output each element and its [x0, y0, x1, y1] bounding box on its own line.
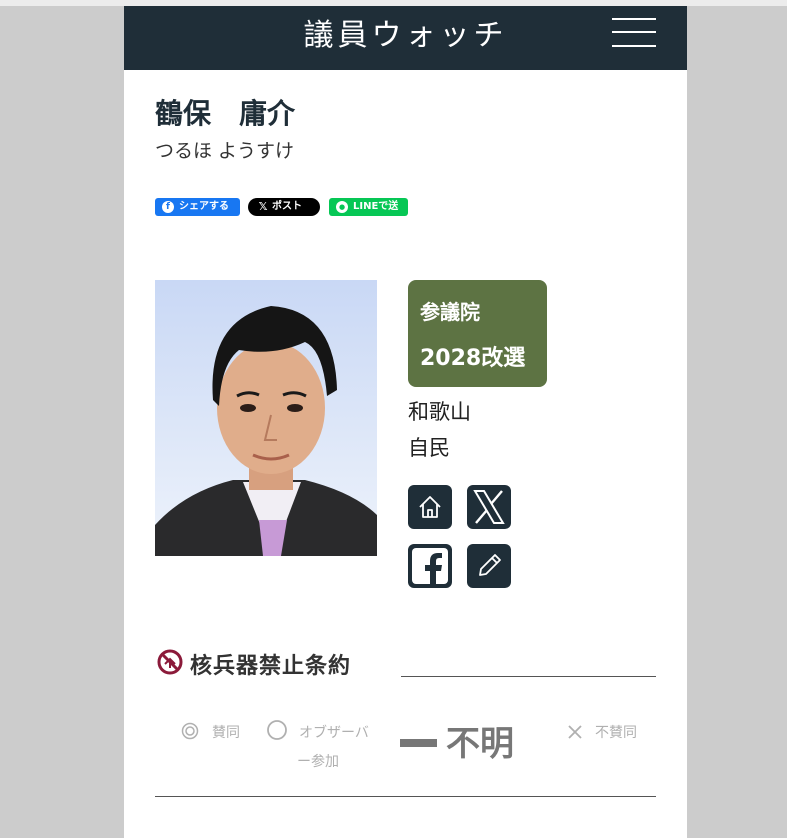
- nuclear-ban-icon: [157, 649, 183, 675]
- election-term: 2028改選: [420, 346, 526, 371]
- topic-title: 核兵器禁止条約: [190, 654, 352, 679]
- option-disagree: 不賛同: [595, 725, 637, 741]
- facebook-icon: [412, 548, 448, 588]
- facebook-link-button[interactable]: [408, 544, 452, 588]
- section-bottom-divider: [155, 796, 656, 797]
- party: 自民: [408, 436, 450, 460]
- facebook-icon: f: [162, 201, 174, 213]
- home-link-button[interactable]: [408, 485, 452, 529]
- x-icon: 𝕏: [258, 200, 268, 213]
- hamburger-icon[interactable]: [612, 18, 656, 48]
- cross-icon: [568, 725, 582, 739]
- line-icon: ●: [336, 201, 348, 213]
- circle-icon: [267, 720, 287, 740]
- prefecture: 和歌山: [408, 400, 471, 424]
- site-header: 議員ウォッチ: [124, 6, 687, 70]
- page: 議員ウォッチ 鶴保 庸介 つるほ ようすけ f シェアする 𝕏 ポスト ● LI…: [124, 6, 687, 838]
- chamber-badge: 参議院 2028改選: [408, 280, 547, 387]
- member-photo: [155, 280, 377, 556]
- facebook-share-label: シェアする: [179, 201, 229, 212]
- facebook-share-button[interactable]: f シェアする: [155, 198, 240, 216]
- pencil-icon: [479, 554, 501, 576]
- edit-link-button[interactable]: [467, 544, 511, 588]
- topic-divider: [401, 676, 656, 677]
- chamber-label: 参議院: [420, 300, 480, 324]
- option-observer-cont: ー参加: [297, 754, 339, 770]
- site-logo[interactable]: 議員ウォッチ: [124, 18, 687, 54]
- x-icon: [473, 490, 505, 524]
- member-kana: つるほ ようすけ: [155, 140, 295, 162]
- double-circle-icon: [181, 722, 199, 740]
- option-agree: 賛同: [212, 725, 240, 741]
- member-name: 鶴保 庸介: [155, 97, 296, 130]
- x-post-label: ポスト: [272, 201, 302, 212]
- home-icon: [419, 496, 441, 518]
- x-link-button[interactable]: [467, 485, 511, 529]
- line-share-label: LINEで送る: [353, 201, 399, 230]
- option-observer: オブザーバ: [299, 725, 369, 741]
- x-post-button[interactable]: 𝕏 ポスト: [248, 198, 320, 216]
- result-dash-icon: [400, 739, 437, 747]
- topic-result: 不明: [446, 724, 514, 764]
- line-share-button[interactable]: ● LINEで送る: [329, 198, 408, 230]
